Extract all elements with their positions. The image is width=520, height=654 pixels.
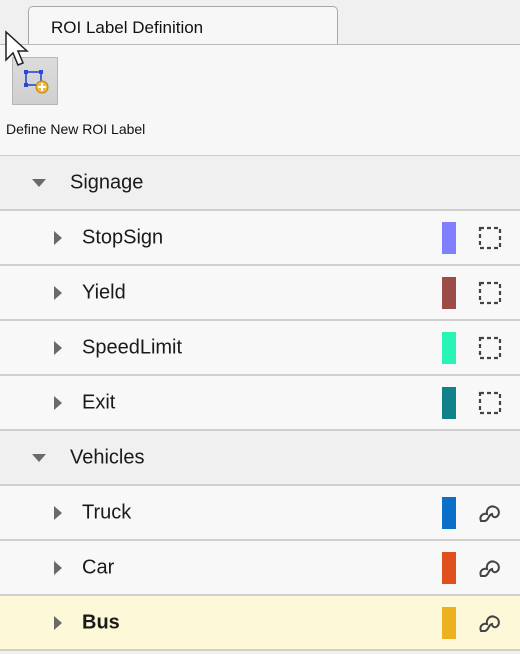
group-name: Signage — [70, 171, 144, 193]
collapse-arrow-icon[interactable] — [54, 615, 62, 630]
label-row-speedlimit[interactable]: SpeedLimit — [0, 321, 520, 376]
cuboid-roi-icon — [479, 560, 500, 577]
label-name: Exit — [82, 391, 116, 413]
label-color-swatch[interactable] — [442, 221, 456, 254]
label-name: StopSign — [82, 226, 164, 248]
label-name: Truck — [82, 501, 132, 523]
label-name: Car — [82, 556, 115, 578]
rectangle-roi-icon — [478, 226, 502, 249]
rectangle-roi-icon — [478, 281, 502, 304]
label-name: Yield — [82, 281, 126, 303]
collapse-arrow-icon[interactable] — [54, 340, 62, 355]
label-row-yield[interactable]: Yield — [0, 266, 520, 321]
group-row-vehicles[interactable]: Vehicles — [0, 431, 520, 486]
collapse-arrow-icon[interactable] — [54, 285, 62, 300]
label-color-swatch[interactable] — [442, 386, 456, 419]
label-row-stopsign[interactable]: StopSign — [0, 211, 520, 266]
label-color-swatch[interactable] — [442, 331, 456, 364]
label-row-car[interactable]: Car — [0, 541, 520, 596]
rectangle-roi-icon — [478, 336, 502, 359]
tab-label: ROI Label Definition — [51, 18, 204, 37]
label-color-swatch[interactable] — [442, 551, 456, 584]
group-row-signage[interactable]: Signage — [0, 156, 520, 211]
collapse-arrow-icon[interactable] — [54, 395, 62, 410]
collapse-arrow-icon[interactable] — [54, 560, 62, 575]
collapse-arrow-icon[interactable] — [54, 230, 62, 245]
label-row-bus[interactable]: Bus — [0, 596, 520, 651]
rectangle-roi-icon — [478, 391, 502, 414]
define-new-roi-label-text: Define New ROI Label — [6, 121, 146, 137]
roi-label-tree: Signage StopSign Yield SpeedLimit Exit Vehicl… — [0, 156, 520, 651]
toolstrip: Define New ROI Label — [0, 45, 520, 156]
cuboid-roi-icon — [479, 615, 500, 632]
label-row-exit[interactable]: Exit — [0, 376, 520, 431]
mouse-pointer-icon — [5, 30, 29, 66]
expand-arrow-icon[interactable] — [32, 178, 46, 187]
label-color-swatch[interactable] — [442, 496, 456, 529]
label-row-truck[interactable]: Truck — [0, 486, 520, 541]
rectangle-add-icon — [24, 70, 49, 94]
label-color-swatch[interactable] — [442, 276, 456, 309]
collapse-arrow-icon[interactable] — [54, 505, 62, 520]
label-name: SpeedLimit — [82, 336, 183, 358]
expand-arrow-icon[interactable] — [32, 453, 46, 462]
group-name: Vehicles — [70, 446, 145, 468]
tab-roi-label-definition[interactable]: ROI Label Definition — [28, 6, 338, 44]
cuboid-roi-icon — [479, 505, 500, 522]
tabstrip: ROI Label Definition — [0, 0, 520, 45]
label-color-swatch[interactable] — [442, 606, 456, 639]
label-name: Bus — [82, 611, 120, 633]
